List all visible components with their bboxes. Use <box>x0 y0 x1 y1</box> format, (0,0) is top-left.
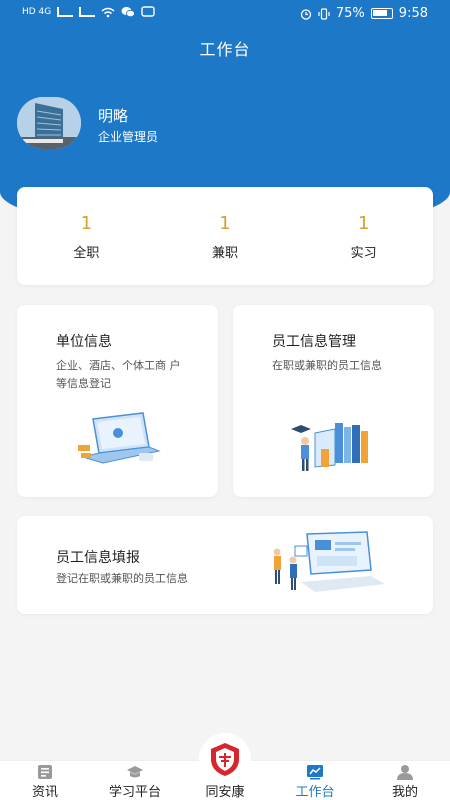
nav-label: 我的 <box>391 785 418 800</box>
message-icon <box>141 6 155 17</box>
card-description: 登记在职或兼职的员工信息 <box>56 572 188 585</box>
staff-report-card[interactable]: 员工信息填报 登记在职或兼职的员工信息 <box>17 516 433 614</box>
shield-logo-icon <box>211 743 239 776</box>
status-right: 75% 9:58 <box>300 6 428 21</box>
unit-info-card[interactable]: 单位信息 企业、酒店、个体工商 户等信息登记 <box>17 305 218 497</box>
card-title: 员工信息填报 <box>56 550 140 566</box>
card-description: 企业、酒店、个体工商 户等信息登记 <box>56 359 181 390</box>
nav-item-news[interactable]: 资讯 <box>0 761 90 800</box>
dashboard-icon <box>307 765 323 780</box>
signal-icon <box>57 7 74 17</box>
signal-icon-2 <box>79 7 96 17</box>
status-left: HD 4G <box>22 6 155 18</box>
user-icon <box>397 765 413 780</box>
vibrate-icon <box>318 7 330 20</box>
stat-fulltime[interactable]: 1 全职 <box>17 187 156 285</box>
nav-label: 学习平台 <box>108 785 161 800</box>
stat-intern[interactable]: 1 实习 <box>294 187 433 285</box>
building-photo-icon <box>17 97 81 149</box>
alarm-icon <box>300 8 312 20</box>
card-title: 单位信息 <box>56 334 112 350</box>
battery-icon <box>370 8 393 19</box>
stat-value: 1 <box>357 213 370 234</box>
nav-label: 资讯 <box>31 785 58 800</box>
center-logo-badge <box>199 733 251 785</box>
laptop-illustration-icon <box>78 412 161 464</box>
news-icon <box>38 765 52 779</box>
battery-percent: 75% <box>335 6 365 21</box>
stat-parttime[interactable]: 1 兼职 <box>156 187 295 285</box>
user-name: 明略 <box>98 107 129 125</box>
network-indicator: HD 4G <box>22 7 52 17</box>
avatar[interactable] <box>17 97 81 149</box>
card-description: 在职或兼职的员工信息 <box>272 359 382 372</box>
wifi-icon <box>101 7 115 17</box>
nav-item-tonganking[interactable]: 同安康 <box>180 733 270 800</box>
nav-label: 工作台 <box>295 785 335 800</box>
nav-item-learning[interactable]: 学习平台 <box>90 761 180 800</box>
bottom-navigation: 资讯 学习平台 同安康 工作台 我的 <box>0 733 450 800</box>
clock: 9:58 <box>398 6 428 21</box>
staff-management-card[interactable]: 员工信息管理 在职或兼职的员工信息 <box>233 305 434 497</box>
nav-item-profile[interactable]: 我的 <box>360 761 450 800</box>
nav-item-workbench[interactable]: 工作台 <box>270 761 360 800</box>
presentation-illustration-icon <box>273 531 385 592</box>
employee-stats-card: 1 全职 1 兼职 1 实习 <box>17 187 433 285</box>
wechat-icon <box>121 7 136 18</box>
user-role: 企业管理员 <box>98 130 159 144</box>
card-title: 员工信息管理 <box>272 334 356 350</box>
page-title: 工作台 <box>199 40 251 59</box>
stat-value: 1 <box>80 213 93 234</box>
graduation-cap-icon <box>127 766 143 778</box>
stat-label: 兼职 <box>212 246 239 261</box>
books-illustration-icon <box>291 423 368 471</box>
status-bar: HD 4G 75% 9:58 <box>0 0 450 28</box>
stat-value: 1 <box>219 213 231 234</box>
stat-label: 全职 <box>73 246 100 261</box>
stat-label: 实习 <box>350 246 377 261</box>
